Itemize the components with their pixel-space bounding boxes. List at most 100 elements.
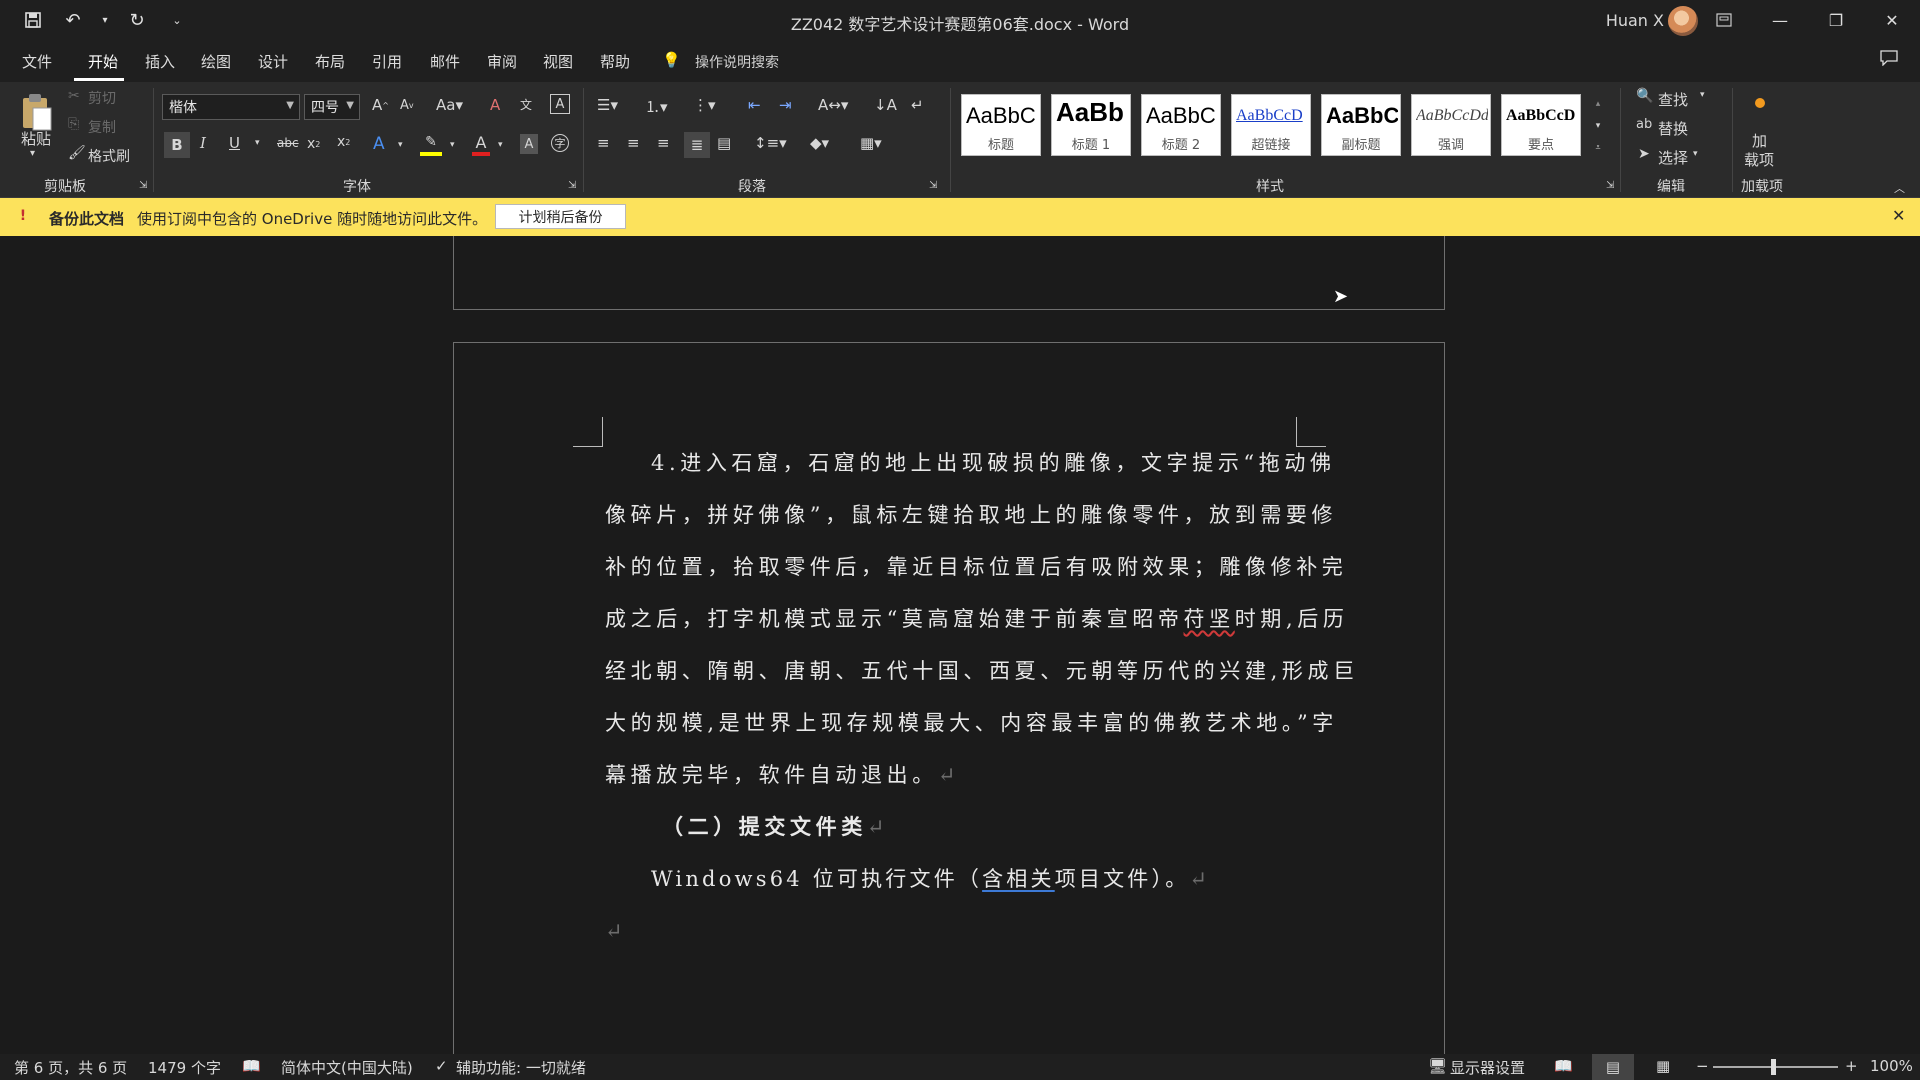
show-marks-icon[interactable]: ↵	[911, 96, 924, 114]
cut-icon[interactable]: ✂	[68, 88, 80, 104]
style-hyperlink[interactable]: AaBbCcD 超链接	[1231, 94, 1311, 156]
zoom-level[interactable]: 100%	[1870, 1057, 1913, 1075]
tab-draw[interactable]: 绘图	[201, 51, 231, 72]
proofing-icon[interactable]: 📖	[242, 1057, 261, 1075]
accessibility-status[interactable]: 辅助功能: 一切就绪	[456, 1057, 586, 1078]
section-heading[interactable]: （二）提交文件类↵	[662, 801, 889, 853]
text-line[interactable]: 4.进入石窟，石窟的地上出现破损的雕像，文字提示“拖动佛	[651, 437, 1336, 489]
multilevel-list-icon[interactable]: ⋮▾	[693, 96, 716, 114]
paste-button[interactable]: 粘贴	[18, 128, 54, 149]
align-right-icon[interactable]: ≡	[657, 134, 670, 152]
close-icon[interactable]: ✕	[1864, 0, 1920, 40]
character-shading-icon[interactable]: A	[520, 134, 538, 154]
paragraph-launcher-icon[interactable]: ⇲	[929, 180, 937, 191]
styles-more-icon[interactable]: ⩡	[1590, 138, 1606, 158]
decrease-indent-icon[interactable]: ⇤	[748, 96, 761, 114]
style-strong[interactable]: AaBbCcD 要点	[1501, 94, 1581, 156]
subscript-icon[interactable]: x2	[307, 136, 320, 152]
increase-indent-icon[interactable]: ⇥	[779, 96, 792, 114]
tab-review[interactable]: 审阅	[487, 51, 517, 72]
font-size-select[interactable]: 四号 ▼	[304, 94, 360, 120]
zoom-out-icon[interactable]: −	[1696, 1057, 1709, 1075]
find-button[interactable]: 查找	[1658, 89, 1688, 110]
styles-launcher-icon[interactable]: ⇲	[1606, 180, 1614, 191]
infobar-close-icon[interactable]: ✕	[1892, 206, 1905, 225]
print-layout-icon[interactable]: ▤	[1592, 1054, 1634, 1080]
style-emphasis[interactable]: AaBbCcDd 强调	[1411, 94, 1491, 156]
find-icon[interactable]: 🔍	[1636, 88, 1653, 104]
paste-dropdown-icon[interactable]: ▾	[30, 148, 35, 159]
read-mode-icon[interactable]: 📖	[1554, 1057, 1573, 1075]
style-subtitle[interactable]: AaBbC 副标题	[1321, 94, 1401, 156]
document-canvas[interactable]: ➤ 4.进入石窟，石窟的地上出现破损的雕像，文字提示“拖动佛 像碎片，拼好佛像”…	[0, 236, 1920, 1054]
undo-icon[interactable]: ↶	[60, 8, 86, 32]
collapse-ribbon-icon[interactable]: ︿	[1894, 180, 1905, 196]
user-name[interactable]: Huan X	[1606, 11, 1664, 30]
addins-label-bottom[interactable]: 载项	[1744, 149, 1774, 170]
text-effects-icon[interactable]: A	[373, 134, 385, 154]
align-left-icon[interactable]: ≡	[597, 134, 610, 152]
highlight-dropdown-icon[interactable]: ▾	[450, 140, 455, 150]
zoom-in-icon[interactable]: +	[1845, 1057, 1858, 1075]
numbering-icon[interactable]: ⒈▾	[645, 96, 668, 117]
shading-icon[interactable]: ◆▾	[810, 134, 829, 152]
justify-icon[interactable]: ≣	[684, 132, 710, 158]
tab-help[interactable]: 帮助	[600, 51, 630, 72]
restore-icon[interactable]: ❐	[1808, 0, 1864, 40]
page-count[interactable]: 第 6 页，共 6 页	[14, 1057, 127, 1078]
styles-scroll-up-icon[interactable]: ▴	[1590, 94, 1606, 114]
sort-icon[interactable]: ↓A	[874, 96, 897, 114]
tab-references[interactable]: 引用	[372, 51, 402, 72]
highlight-icon[interactable]: ✎	[420, 132, 442, 156]
select-dropdown-icon[interactable]: ▾	[1693, 149, 1698, 159]
strikethrough-icon[interactable]: abc	[277, 136, 299, 150]
schedule-backup-button[interactable]: 计划稍后备份	[495, 204, 626, 229]
superscript-icon[interactable]: x2	[337, 134, 350, 150]
underline-icon[interactable]: U	[229, 134, 240, 152]
tab-home[interactable]: 开始	[88, 51, 118, 72]
borders-icon[interactable]: ▦▾	[860, 134, 882, 152]
font-family-select[interactable]: 楷体 ▼	[162, 94, 300, 120]
avatar[interactable]	[1668, 6, 1698, 36]
deliverable-line[interactable]: Windows64 位可执行文件（含相关项目文件）。↵	[651, 853, 1210, 905]
tab-design[interactable]: 设计	[258, 51, 288, 72]
redo-icon[interactable]: ↻	[124, 8, 150, 32]
grow-font-icon[interactable]: A ^	[372, 96, 389, 114]
style-heading-1[interactable]: AaBb 标题 1	[1051, 94, 1131, 156]
copy-icon[interactable]: ⎘	[68, 116, 79, 132]
display-settings-button[interactable]: 显示器设置	[1450, 1057, 1525, 1078]
undo-dropdown-icon[interactable]: ▾	[100, 8, 110, 32]
font-color-icon[interactable]: A	[472, 132, 490, 156]
minimize-icon[interactable]: —	[1752, 0, 1808, 40]
enclose-characters-icon[interactable]: 字	[551, 134, 569, 152]
page-current[interactable]: 4.进入石窟，石窟的地上出现破损的雕像，文字提示“拖动佛 像碎片，拼好佛像”，鼠…	[453, 342, 1445, 1054]
clipboard-launcher-icon[interactable]: ⇲	[139, 180, 147, 191]
text-line[interactable]: 像碎片，拼好佛像”，鼠标左键拾取地上的雕像零件，放到需要修	[605, 489, 1337, 541]
tab-view[interactable]: 视图	[543, 51, 573, 72]
tab-file[interactable]: 文件	[22, 51, 52, 72]
font-launcher-icon[interactable]: ⇲	[568, 180, 576, 191]
underline-dropdown-icon[interactable]: ▾	[255, 138, 260, 148]
tell-me-search[interactable]: 操作说明搜索	[695, 52, 779, 72]
styles-scroll-down-icon[interactable]: ▾	[1590, 116, 1606, 136]
italic-icon[interactable]: I	[200, 134, 206, 152]
text-line[interactable]: 经北朝、隋朝、唐朝、五代十国、西夏、元朝等历代的兴建,形成巨	[605, 645, 1359, 697]
text-line-group[interactable]: 成之后，打字机模式显示“莫高窟始建于前秦宣昭帝苻坚时期,后历	[605, 593, 1348, 645]
zoom-slider-thumb[interactable]	[1771, 1059, 1776, 1075]
style-heading-2[interactable]: AaBbC 标题 2	[1141, 94, 1221, 156]
text-line-group[interactable]: 幕播放完毕，软件自动退出。↵	[605, 749, 960, 801]
replace-icon[interactable]: ab	[1636, 117, 1652, 132]
font-color-dropdown-icon[interactable]: ▾	[498, 140, 503, 150]
comments-icon[interactable]	[1880, 50, 1898, 70]
save-icon[interactable]	[20, 8, 46, 32]
change-case-icon[interactable]: Aa▾	[436, 96, 463, 114]
format-painter-button[interactable]: 格式刷	[88, 146, 130, 166]
distributed-icon[interactable]: ▤	[717, 134, 731, 152]
bullets-icon[interactable]: ☰▾	[597, 96, 618, 114]
chinese-layout-icon[interactable]: A↔▾	[818, 96, 848, 114]
shrink-font-icon[interactable]: Av	[400, 98, 414, 113]
zoom-slider[interactable]	[1713, 1059, 1838, 1075]
ribbon-display-icon[interactable]	[1696, 0, 1752, 40]
character-border-icon[interactable]: A	[550, 94, 570, 114]
tab-insert[interactable]: 插入	[145, 51, 175, 72]
